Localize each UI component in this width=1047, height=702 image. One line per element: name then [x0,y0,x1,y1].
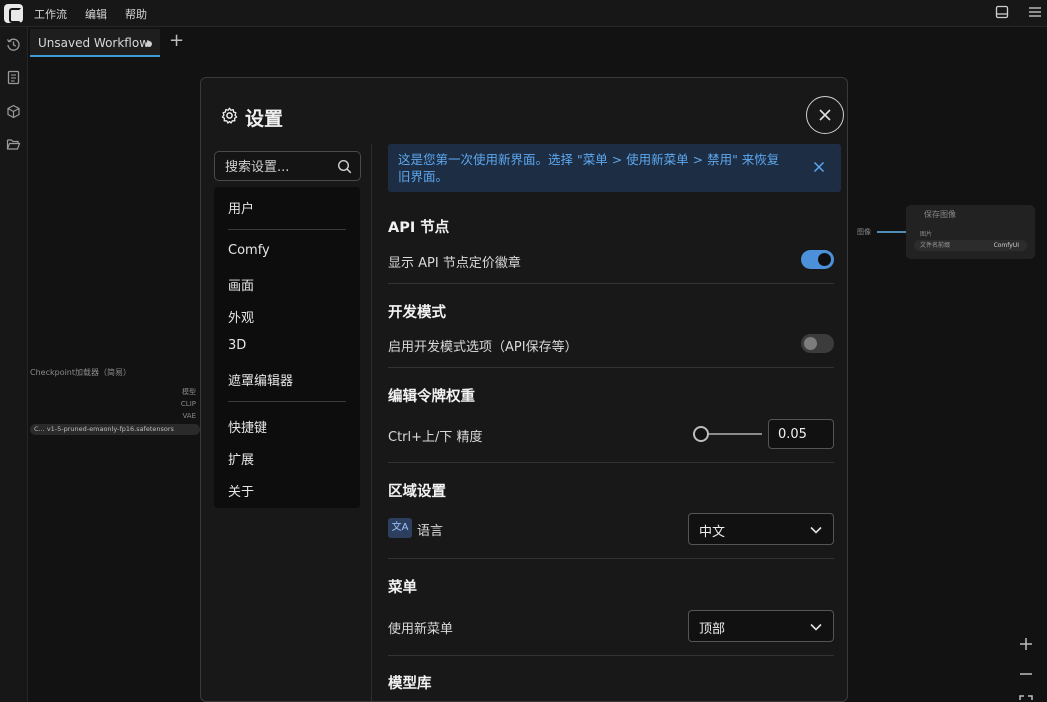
nav-divider [228,229,346,230]
toggle-knob [804,337,817,350]
section-divider [388,462,834,463]
document-icon[interactable] [6,70,21,85]
language-select[interactable]: 中文 [688,513,834,545]
checkpoint-loader-node[interactable]: Checkpoint加载器（简易） 模型 CLIP VAE C... v1-5-… [28,364,200,444]
dialog-title: 设置 [245,108,284,130]
node-input-images[interactable]: 图片 [920,229,932,238]
section-title-locale: 区域设置 [388,484,446,500]
menu-bar: 工作流 编辑 帮助 [0,0,1047,27]
cube-icon[interactable] [6,104,21,119]
precision-number-input[interactable] [768,419,834,449]
nav-item-about[interactable]: 关于 [228,481,254,500]
chevron-down-icon [810,526,822,534]
hamburger-menu-icon[interactable] [1028,5,1042,19]
toggle-knob [818,253,831,266]
node-title: 保存图像 [924,210,956,219]
search-input[interactable] [225,158,330,176]
new-menu-select-value: 顶部 [699,622,726,637]
nav-item-canvas[interactable]: 画面 [228,275,254,294]
dev-mode-toggle[interactable] [801,334,834,353]
pane-divider [371,144,372,701]
node-output-vae[interactable]: VAE [182,412,196,420]
menu-workflow[interactable]: 工作流 [34,6,67,22]
section-divider [388,558,834,559]
workflow-tabbar: Unsaved Workflow + [28,27,1047,57]
filename-prefix-value: ComfyUI [993,242,1019,249]
node-output-model[interactable]: 模型 [182,387,196,397]
section-divider [388,283,834,284]
node-output-clip[interactable]: CLIP [181,400,196,408]
api-pricing-badge-toggle[interactable] [801,250,834,269]
left-sidebar [0,27,28,702]
settings-nav: 用户 Comfy 画面 外观 3D 遮罩编辑器 快捷键 扩展 关于 [214,187,360,508]
chevron-down-icon [810,623,822,631]
nav-item-user[interactable]: 用户 [228,198,254,217]
section-title-model-library: 模型库 [388,676,432,692]
new-menu-select[interactable]: 顶部 [688,610,834,642]
menu-help[interactable]: 帮助 [125,6,147,22]
setting-label-api-pricing-badge: 显示 API 节点定价徽章 [388,256,521,271]
close-dialog-button[interactable] [806,96,844,134]
nav-item-mask-editor[interactable]: 遮罩编辑器 [228,370,293,389]
menu-edit[interactable]: 编辑 [85,6,107,22]
save-image-node[interactable]: 保存图像 图片 文件名前缀 ComfyUI [906,205,1035,259]
nav-item-comfy[interactable]: Comfy [228,243,270,258]
settings-content: 这是您第一次使用新界面。选择 "菜单 > 使用新菜单 > 禁用" 来恢复旧界面。… [388,144,841,701]
language-select-value: 中文 [699,525,726,540]
zoom-out-icon[interactable] [1016,664,1036,684]
section-title-api-nodes: API 节点 [388,220,450,236]
ckpt-name: v1-5-pruned-emaonly-fp16.safetensors [46,425,174,433]
nav-divider [228,401,346,402]
new-ui-notice: 这是您第一次使用新界面。选择 "菜单 > 使用新菜单 > 禁用" 来恢复旧界面。 [388,144,841,192]
precision-slider-handle[interactable] [693,426,709,442]
search-icon[interactable] [337,159,352,174]
tab-unsaved-workflow[interactable]: Unsaved Workflow [30,29,160,57]
section-title-menu: 菜单 [388,580,417,596]
setting-label-use-new-menu: 使用新菜单 [388,622,454,637]
folder-open-icon[interactable] [6,137,21,152]
nav-item-keybinding[interactable]: 快捷键 [228,417,267,436]
nav-item-appearance[interactable]: 外观 [228,307,254,326]
gear-icon [221,107,238,124]
tab-label: Unsaved Workflow [38,36,150,50]
translate-icon: 文A [388,518,412,538]
nav-item-3d[interactable]: 3D [228,338,246,353]
ckpt-name-widget[interactable]: C... v1-5-pruned-emaonly-fp16.safetensor… [30,424,200,435]
ckpt-prefix: C... [34,425,45,433]
fit-view-icon[interactable] [1016,692,1036,702]
close-icon [819,109,831,121]
add-tab-icon[interactable]: + [169,30,184,51]
close-icon[interactable] [813,161,825,173]
panel-layout-icon[interactable] [995,5,1009,19]
notice-text: 这是您第一次使用新界面。选择 "菜单 > 使用新菜单 > 禁用" 来恢复旧界面。 [398,152,780,184]
section-divider [388,367,834,368]
unsaved-dot-icon[interactable] [146,41,152,47]
preview-image-output: 图像 [857,228,871,236]
nav-item-extensions[interactable]: 扩展 [228,449,254,468]
settings-dialog: 设置 用户 Comfy 画面 外观 3D 遮罩编辑器 快捷键 扩展 关于 这是您… [200,77,848,702]
settings-search-box[interactable] [214,151,361,181]
setting-label-language: 语言 [417,524,444,539]
filename-prefix-widget[interactable]: 文件名前缀 ComfyUI [914,240,1027,251]
setting-label-ctrl-updown-precision: Ctrl+上/下 精度 [388,430,483,445]
section-title-edit-token-weight: 编辑令牌权重 [388,389,475,405]
setting-label-dev-mode: 启用开发模式选项（API保存等） [388,340,578,355]
history-icon[interactable] [6,37,21,52]
comfy-logo-icon[interactable] [4,4,23,23]
node-title: Checkpoint加载器（简易） [30,368,132,377]
filename-prefix-label: 文件名前缀 [920,242,951,249]
section-divider [388,655,834,656]
zoom-in-icon[interactable] [1016,634,1036,654]
section-title-dev-mode: 开发模式 [388,305,446,321]
